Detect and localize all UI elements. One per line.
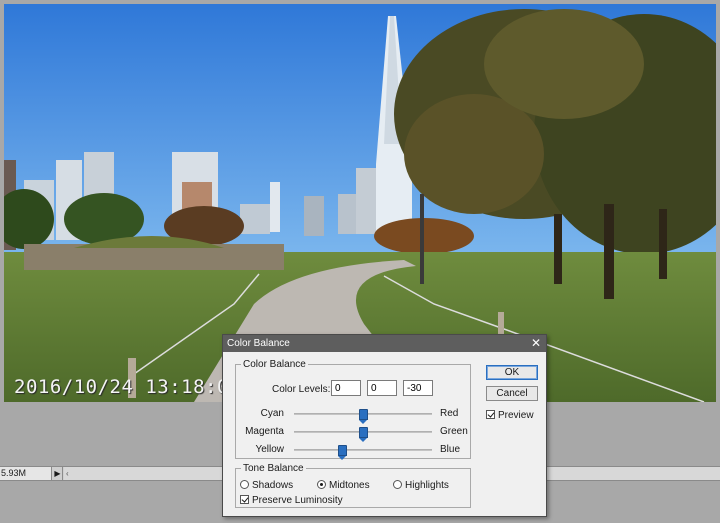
preserve-luminosity-label: Preserve Luminosity [252,495,343,506]
midtones-radio[interactable]: Midtones [317,480,370,491]
ok-button[interactable]: OK [486,365,538,380]
yellow-blue-level-input[interactable] [403,380,433,396]
midtones-label: Midtones [329,480,370,491]
tone-balance-legend: Tone Balance [243,463,304,474]
color-balance-legend: Color Balance [243,359,306,370]
document-size: 5.93M [0,467,52,480]
preview-checkbox[interactable]: Preview [486,410,534,421]
cyan-label: Cyan [260,408,284,419]
highlights-radio-dot[interactable] [393,480,402,489]
blue-label: Blue [440,444,461,455]
green-label: Green [440,426,468,437]
midtones-radio-dot[interactable] [317,480,326,489]
cyan-red-slider-thumb[interactable] [359,409,368,424]
yellow-blue-slider[interactable] [294,445,432,460]
cyan-red-slider[interactable] [294,409,432,424]
color-levels-label: Color Levels: [272,384,331,395]
shadows-radio-dot[interactable] [240,480,249,489]
red-label: Red [440,408,459,419]
preserve-luminosity-checkbox[interactable]: Preserve Luminosity [240,495,343,506]
photo-timestamp: 2016/10/24 13:18:08 [14,376,241,398]
color-balance-group: Color Balance Color Levels: Cyan Red Mag… [235,359,471,460]
dialog-title: Color Balance [227,338,290,349]
magenta-green-slider-thumb[interactable] [359,427,368,442]
yellow-blue-slider-row: Yellow Blue [236,443,470,460]
dialog-titlebar[interactable]: Color Balance ✕ [223,335,546,352]
yellow-label: Yellow [255,444,284,455]
preview-box[interactable] [486,410,495,419]
shadows-radio[interactable]: Shadows [240,480,293,491]
scroll-left-icon[interactable]: ‹ [66,467,69,480]
highlights-radio[interactable]: Highlights [393,480,449,491]
highlights-label: Highlights [405,480,449,491]
color-balance-dialog: Color Balance ✕ Color Balance Color Leve… [222,334,547,517]
status-menu-arrow-icon[interactable]: ▶ [53,467,63,480]
preserve-luminosity-box[interactable] [240,495,249,504]
shadows-label: Shadows [252,480,294,491]
magenta-green-level-input[interactable] [367,380,397,396]
preview-label: Preview [498,410,534,421]
cancel-button[interactable]: Cancel [486,386,538,401]
magenta-label: Magenta [245,426,284,437]
yellow-blue-slider-thumb[interactable] [338,445,348,460]
close-icon[interactable]: ✕ [531,335,541,352]
cyan-red-slider-row: Cyan Red [236,407,470,424]
cyan-red-level-input[interactable] [331,380,361,396]
magenta-green-slider-row: Magenta Green [236,425,470,442]
tone-balance-group: Tone Balance Shadows Midtones Highlights… [235,463,471,508]
magenta-green-slider[interactable] [294,427,432,442]
